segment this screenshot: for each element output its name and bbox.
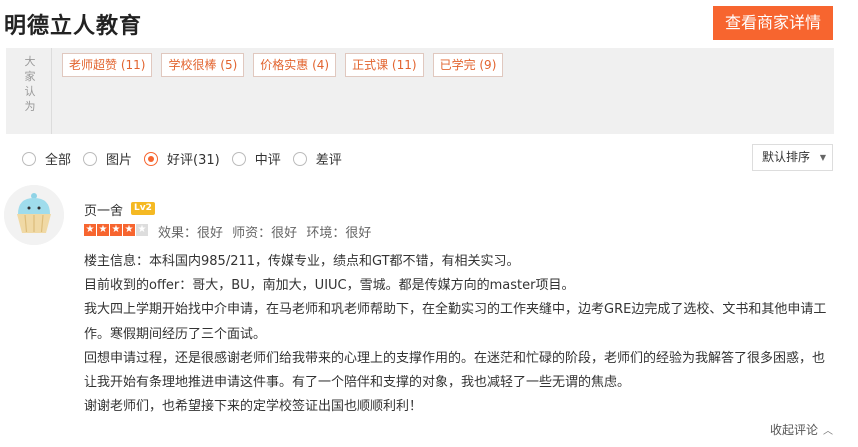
sort-label: 默认排序 (762, 150, 811, 164)
score-breakdown: 效果：很好 师资：很好 环境：很好 (158, 222, 376, 241)
radio-icon[interactable] (83, 151, 98, 166)
radio-icon[interactable] (22, 151, 36, 166)
tag-panel-label: 大家认为 (24, 55, 36, 113)
star-empty-icon: ★ (136, 224, 148, 236)
score-effect: 效果：很好 (158, 226, 224, 241)
filter-positive[interactable]: 好评(31) (144, 149, 220, 168)
review-text: 楼主信息：本科国内985/211，传媒专业，绩点和GT都不错，有相关实习。 目前… (84, 250, 829, 419)
star-icon: ★ (84, 224, 96, 236)
tag-good-price[interactable]: 价格实惠 (4) (253, 53, 337, 77)
star-icon: ★ (110, 224, 122, 236)
filter-all[interactable]: 全部 (22, 149, 71, 168)
collapse-review-link[interactable]: 收起评论 ︿ (770, 421, 833, 438)
filter-label: 差评 (315, 153, 342, 168)
tag-panel-side: 大家认为 (6, 48, 52, 134)
tag-formal-course[interactable]: 正式课 (11) (345, 53, 424, 77)
filter-neutral[interactable]: 中评 (231, 149, 281, 168)
radio-icon[interactable] (231, 151, 246, 166)
avatar[interactable] (4, 185, 64, 245)
sort-dropdown[interactable]: 默认排序 ▼ (752, 144, 833, 171)
score-teachers: 师资：很好 (232, 226, 298, 241)
review-filter-options: 全部 图片 好评(31) 中评 差评 (22, 149, 354, 168)
filter-negative[interactable]: 差评 (292, 149, 342, 168)
star-icon: ★ (123, 224, 135, 236)
filter-images[interactable]: 图片 (83, 149, 132, 168)
filter-label: 图片 (106, 153, 133, 168)
review-paragraph: 我大四上学期开始找中介申请，在马老师和巩老师帮助下，在全勤实习的工作夹缝中，边考… (84, 302, 827, 342)
level-badge: Lv2 (131, 202, 155, 215)
shop-name: 明德立人教育 (4, 14, 143, 39)
review-tag-panel: 大家认为 老师超赞 (11) 学校很棒 (5) 价格实惠 (4) 正式课 (11… (6, 48, 834, 134)
tag-school-great[interactable]: 学校很棒 (5) (161, 53, 245, 77)
tag-completed[interactable]: 已学完 (9) (432, 53, 504, 77)
review-paragraph: 楼主信息：本科国内985/211，传媒专业，绩点和GT都不错，有相关实习。 (84, 254, 520, 269)
filter-label: 中评 (254, 153, 281, 168)
tag-teachers-great[interactable]: 老师超赞 (11) (62, 53, 153, 77)
review-filter-bar: 全部 图片 好评(31) 中评 差评 默认排序 ▼ (0, 143, 858, 173)
tag-list: 老师超赞 (11) 学校很棒 (5) 价格实惠 (4) 正式课 (11) 已学完… (62, 53, 504, 77)
caret-down-icon: ▼ (819, 153, 826, 162)
collapse-label: 收起评论 (770, 423, 819, 437)
shop-header: 明德立人教育 查看商家详情 (0, 0, 858, 48)
filter-label: 全部 (45, 153, 72, 168)
review-paragraph: 目前收到的offer：哥大，BU，南加大，UIUC，雪城。都是传媒方向的mast… (84, 278, 575, 294)
chevron-up-icon: ︿ (823, 426, 834, 437)
radio-icon[interactable] (292, 151, 307, 166)
cupcake-icon (4, 185, 64, 245)
star-rating: ★ ★ ★ ★ ★ (84, 224, 148, 236)
radio-checked-icon[interactable] (144, 151, 159, 166)
star-icon: ★ (97, 224, 109, 236)
filter-label: 好评(31) (167, 153, 220, 168)
review-item: 页一舍 Lv2 ★ ★ ★ ★ ★ 效果：很好 师资：很好 环境：很好 楼主信息… (0, 180, 858, 447)
view-shop-details-button[interactable]: 查看商家详情 (713, 6, 833, 40)
review-paragraph: 回想申请过程，还是很感谢老师们给我带来的心理上的支撑作用的。在迷茫和忙碌的阶段，… (84, 350, 826, 391)
review-paragraph: 谢谢老师们，也希望接下来的定学校签证出国也顺顺利利！ (84, 399, 423, 415)
score-environment: 环境：很好 (306, 226, 372, 241)
reviewer-name[interactable]: 页一舍 (84, 200, 123, 219)
